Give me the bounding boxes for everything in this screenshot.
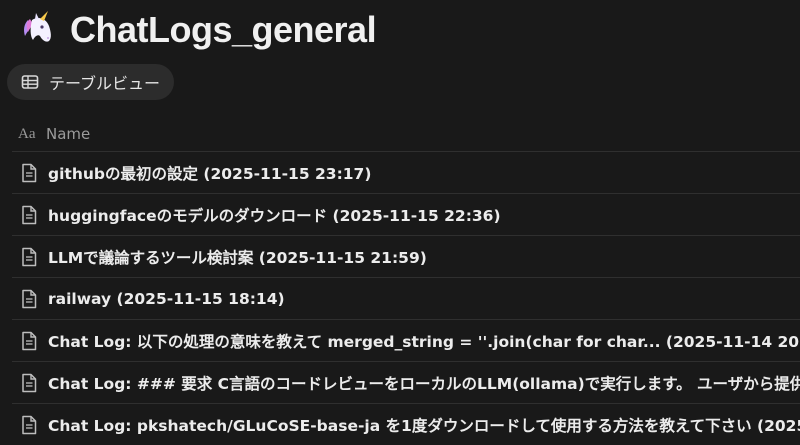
page-title[interactable]: ChatLogs_general [70,10,377,50]
table-row[interactable]: railway (2025-11-15 18:14) [12,277,800,319]
page-icon [20,163,38,183]
view-tab-label: テーブルビュー [49,74,161,93]
page-icon [20,289,38,309]
page-icon [20,247,38,267]
row-title: LLMで議論するツール検討案 (2025-11-15 21:59) [48,248,427,267]
row-title: Chat Log: ### 要求 C言語のコードレビューをローカルのLLM(ol… [48,374,800,393]
unicorn-icon[interactable] [18,10,58,50]
table-row[interactable]: githubの最初の設定 (2025-11-15 23:17) [12,151,800,193]
column-header-name[interactable]: Aa Name [18,118,800,150]
table-row[interactable]: Chat Log: ### 要求 C言語のコードレビューをローカルのLLM(ol… [12,361,800,403]
text-property-icon: Aa [18,125,36,142]
page-icon [20,415,38,435]
page-header: ChatLogs_general [18,10,377,50]
row-title: huggingfaceのモデルのダウンロード (2025-11-15 22:36… [48,206,501,225]
table-body: githubの最初の設定 (2025-11-15 23:17) huggingf… [12,151,800,445]
table-row[interactable]: Chat Log: 以下の処理の意味を教えて merged_string = '… [12,319,800,361]
page-icon [20,331,38,351]
table-row[interactable]: LLMで議論するツール検討案 (2025-11-15 21:59) [12,235,800,277]
table-icon [21,73,39,91]
row-title: railway (2025-11-15 18:14) [48,289,285,308]
notion-database-page: ChatLogs_general テーブルビュー Aa Name githubの… [0,0,800,445]
view-tab-table[interactable]: テーブルビュー [7,64,175,100]
table-row[interactable]: Chat Log: pkshatech/GLuCoSE-base-ja を1度ダ… [12,403,800,445]
row-title: Chat Log: 以下の処理の意味を教えて merged_string = '… [48,332,800,351]
page-icon [20,373,38,393]
row-title: githubの最初の設定 (2025-11-15 23:17) [48,164,372,183]
table-row[interactable]: huggingfaceのモデルのダウンロード (2025-11-15 22:36… [12,193,800,235]
page-icon [20,205,38,225]
column-header-label: Name [46,125,91,143]
row-title: Chat Log: pkshatech/GLuCoSE-base-ja を1度ダ… [48,416,800,435]
